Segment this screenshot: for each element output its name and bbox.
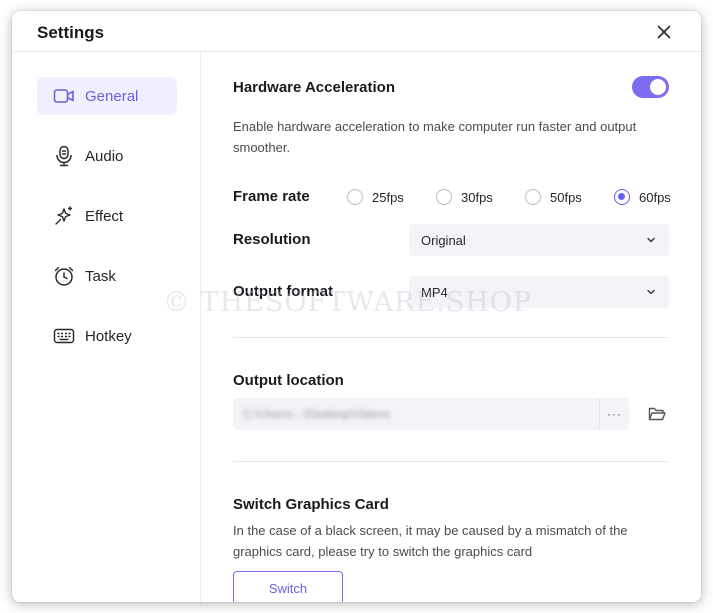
switch-graphics-card-label: Switch Graphics Card [233, 496, 389, 513]
resolution-select[interactable]: Original [409, 224, 669, 256]
sidebar-item-effect[interactable]: Effect [37, 197, 177, 235]
radio-label: 30fps [461, 189, 493, 205]
radio-button [347, 189, 363, 205]
microphone-icon [53, 145, 75, 167]
hardware-acceleration-toggle[interactable] [632, 76, 669, 98]
radio-button [436, 189, 452, 205]
close-icon [657, 25, 671, 39]
chevron-down-icon [647, 289, 655, 295]
radio-label: 25fps [372, 189, 404, 205]
sidebar-item-task[interactable]: Task [37, 257, 177, 295]
sidebar-item-label: Effect [85, 207, 124, 225]
hardware-acceleration-label: Hardware Acceleration [233, 79, 396, 96]
divider [233, 461, 669, 462]
close-button[interactable] [652, 22, 676, 42]
output-format-select[interactable]: MP4 [409, 276, 669, 308]
output-location-path: C:\Users\...\Desktop\Videos [243, 407, 391, 421]
divider [233, 337, 669, 338]
frame-rate-option-30[interactable]: 30fps [436, 188, 493, 206]
resolution-value: Original [421, 232, 466, 248]
sidebar-item-label: Task [85, 267, 116, 285]
dialog-title: Settings [37, 23, 105, 42]
sidebar-item-audio[interactable]: Audio [37, 137, 177, 175]
switch-graphics-card-description: In the case of a black screen, it may be… [233, 523, 628, 559]
radio-label: 60fps [639, 189, 671, 205]
sidebar: General Audio Effect Task Hotkey [12, 52, 201, 602]
frame-rate-option-25[interactable]: 25fps [347, 188, 404, 206]
sidebar-item-label: Hotkey [85, 327, 132, 345]
settings-dialog: Settings General Audio Effect Task Hotke… [12, 11, 701, 602]
switch-graphics-card-button[interactable]: Switch [233, 571, 343, 602]
folder-open-icon[interactable] [648, 406, 666, 422]
browse-more-button[interactable]: ··· [599, 398, 629, 430]
title-bar: Settings [12, 11, 701, 52]
frame-rate-option-50[interactable]: 50fps [525, 188, 582, 206]
frame-rate-option-60[interactable]: 60fps [614, 188, 671, 206]
chevron-down-icon [647, 237, 655, 243]
output-location-field[interactable]: C:\Users\...\Desktop\Videos ··· [233, 398, 629, 430]
camera-icon [53, 85, 75, 107]
sidebar-item-label: Audio [85, 147, 124, 165]
output-format-value: MP4 [421, 284, 448, 300]
alarm-clock-icon [53, 265, 75, 287]
toggle-knob [650, 79, 666, 95]
output-location-label: Output location [233, 372, 344, 389]
sparkle-icon [53, 205, 75, 227]
keyboard-icon [53, 325, 75, 347]
resolution-label: Resolution [233, 231, 311, 248]
frame-rate-label: Frame rate [233, 188, 310, 205]
sidebar-item-label: General [85, 87, 139, 105]
hardware-acceleration-description: Enable hardware acceleration to make com… [233, 119, 637, 155]
output-format-label: Output format [233, 283, 333, 300]
general-settings-panel: Hardware Acceleration Enable hardware ac… [202, 52, 701, 602]
sidebar-item-general[interactable]: General [37, 77, 177, 115]
sidebar-item-hotkey[interactable]: Hotkey [37, 317, 177, 355]
radio-button-selected [614, 189, 630, 205]
radio-label: 50fps [550, 189, 582, 205]
radio-button [525, 189, 541, 205]
